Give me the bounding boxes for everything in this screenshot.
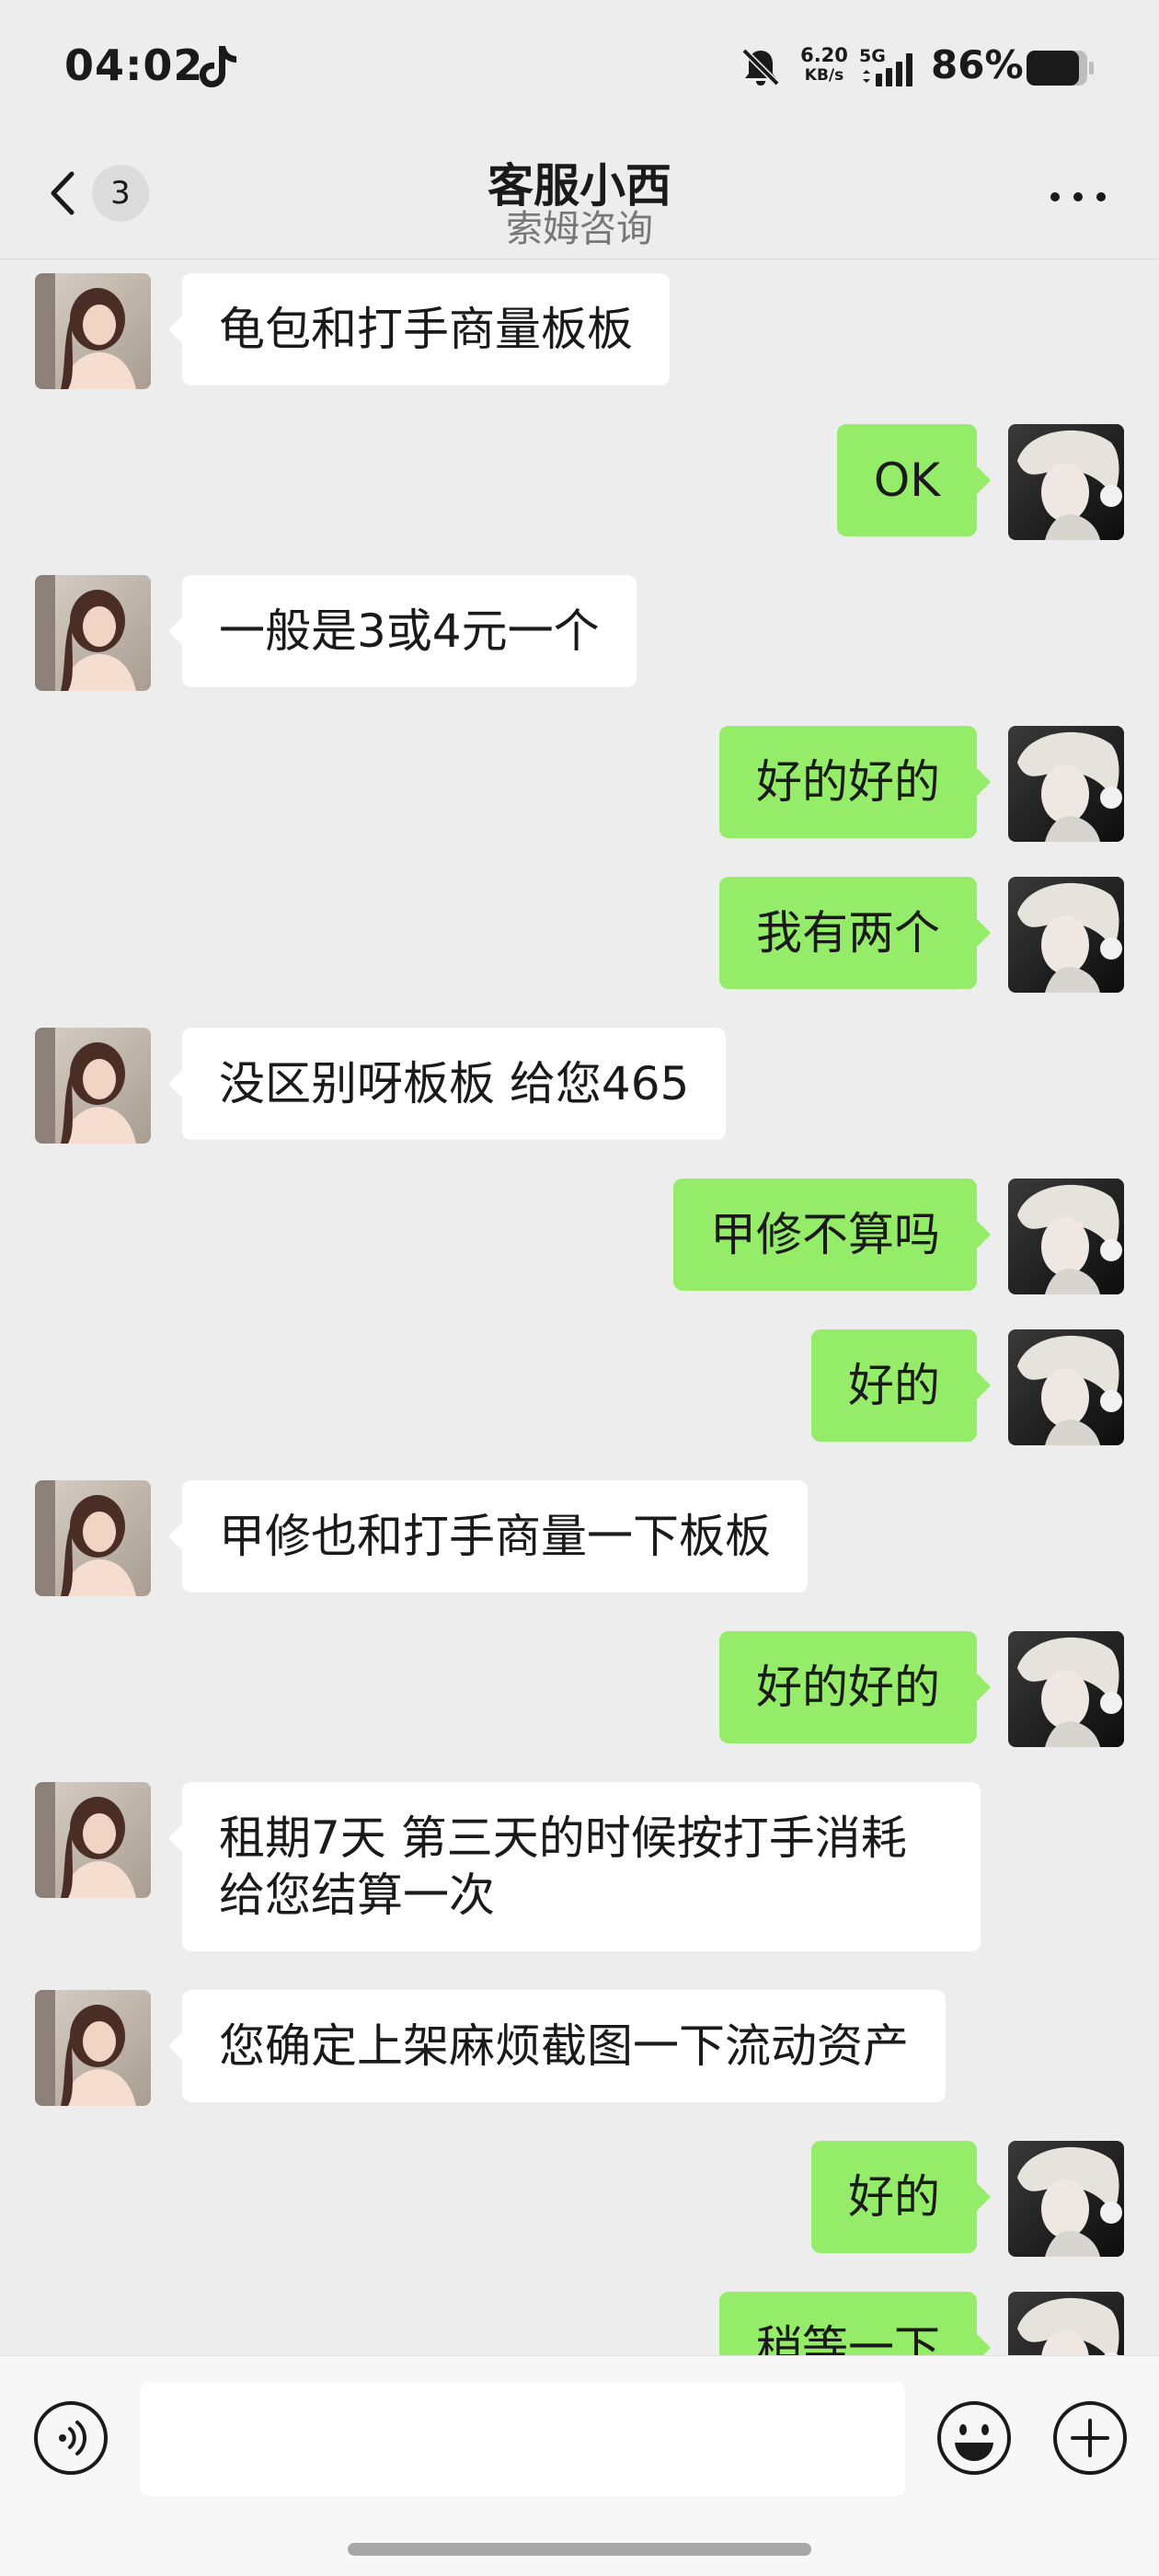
- contact-avatar[interactable]: [35, 1990, 151, 2106]
- message-bubble[interactable]: OK: [836, 424, 992, 536]
- emoji-icon[interactable]: [935, 2398, 1014, 2478]
- chat-header: 3 客服小西 索姆咨询: [0, 138, 1159, 259]
- battery-percent: 86%: [931, 42, 1024, 87]
- network-speed-unit: KB/s: [804, 66, 844, 85]
- message-bubble[interactable]: 甲修不算吗: [673, 1179, 991, 1291]
- contact-avatar[interactable]: [35, 1782, 151, 1898]
- contact-avatar[interactable]: [35, 575, 151, 691]
- more-dots-icon: [1050, 192, 1060, 201]
- user-avatar[interactable]: [1008, 1179, 1124, 1294]
- message-list[interactable]: 龟包和打手商量板板 OK 一般是3或4元一个 好的好的 我有两个 没区别呀板板 …: [0, 260, 1159, 2355]
- input-bar: [0, 2355, 1159, 2576]
- message-bubble[interactable]: 没区别呀板板 给您465: [167, 1028, 727, 1140]
- message-bubble[interactable]: 稍等一下: [719, 2292, 991, 2355]
- message-bubble[interactable]: 一般是3或4元一个: [168, 575, 637, 687]
- mute-icon: [741, 48, 780, 86]
- network-speed: 6.20 KB/s: [797, 46, 852, 84]
- home-indicator[interactable]: [348, 2543, 811, 2556]
- user-avatar[interactable]: [1008, 2141, 1124, 2257]
- user-avatar[interactable]: [1008, 2292, 1124, 2355]
- message-input[interactable]: [140, 2382, 905, 2496]
- voice-icon[interactable]: [31, 2398, 110, 2478]
- network-speed-value: 6.20: [800, 44, 848, 66]
- plus-icon[interactable]: [1050, 2398, 1130, 2478]
- contact-avatar[interactable]: [35, 1480, 151, 1596]
- more-dots-icon: [1096, 192, 1106, 201]
- contact-avatar[interactable]: [35, 273, 151, 389]
- signal-icon: [863, 53, 912, 86]
- tiktok-icon: [200, 46, 236, 87]
- user-avatar[interactable]: [1008, 726, 1124, 842]
- message-bubble[interactable]: 好的: [811, 1329, 991, 1442]
- message-bubble[interactable]: 我有两个: [719, 877, 991, 989]
- contact-avatar[interactable]: [35, 1028, 151, 1144]
- message-bubble[interactable]: 甲修也和打手商量一下板板: [168, 1480, 808, 1593]
- user-avatar[interactable]: [1008, 1329, 1124, 1445]
- status-time: 04:02: [64, 40, 204, 90]
- more-options-button[interactable]: [1041, 175, 1115, 217]
- chat-subtitle: 索姆咨询: [506, 208, 653, 250]
- more-dots-icon: [1073, 192, 1083, 201]
- user-avatar[interactable]: [1008, 1631, 1124, 1747]
- user-avatar[interactable]: [1008, 424, 1124, 540]
- message-bubble[interactable]: 租期7天 第三天的时候按打手消耗给您结算一次: [168, 1782, 981, 1951]
- status-bar: 04:02 6.20 KB/s 5G 86%: [0, 0, 1159, 138]
- battery-icon: [1027, 51, 1094, 86]
- message-bubble[interactable]: 龟包和打手商量板板: [168, 273, 670, 385]
- message-bubble[interactable]: 好的好的: [719, 726, 991, 838]
- message-bubble[interactable]: 好的: [811, 2141, 991, 2253]
- user-avatar[interactable]: [1008, 877, 1124, 993]
- message-bubble[interactable]: 好的好的: [719, 1631, 991, 1743]
- message-bubble[interactable]: 您确定上架麻烦截图一下流动资产: [168, 1990, 946, 2102]
